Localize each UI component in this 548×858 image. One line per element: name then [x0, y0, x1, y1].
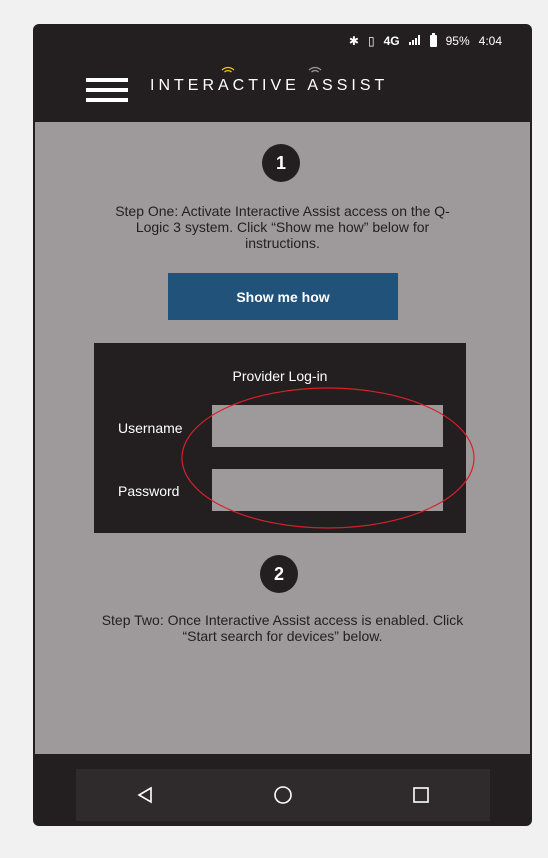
battery-icon	[429, 33, 437, 47]
recents-square-icon[interactable]	[401, 775, 441, 815]
username-label: Username	[118, 420, 183, 436]
wifi-grey-icon	[308, 66, 322, 73]
password-label: Password	[118, 483, 180, 499]
back-triangle-icon[interactable]	[125, 775, 165, 815]
battery-percent: 95%	[445, 34, 470, 48]
username-input[interactable]	[212, 405, 443, 447]
step-one-badge: 1	[262, 144, 300, 182]
clock: 4:04	[478, 34, 502, 48]
main-content: 1 Step One: Activate Interactive Assist …	[35, 122, 530, 754]
network-label: 4G	[383, 34, 400, 48]
step-one-text: Step One: Activate Interactive Assist ac…	[115, 203, 450, 251]
vibrate-icon: ▯	[367, 34, 375, 48]
login-title: Provider Log-in	[232, 368, 328, 384]
wifi-accent-icon	[221, 66, 235, 73]
app-title: INTERACTIVE ASSIST	[150, 77, 389, 94]
step-two-badge: 2	[260, 555, 298, 593]
phone-frame: ✱ ▯ 4G 95% 4:04 INTERACTIVE ASSIST 1 Ste…	[33, 24, 532, 826]
hamburger-menu-icon[interactable]	[86, 78, 128, 102]
status-bar: ✱ ▯ 4G 95% 4:04	[33, 24, 532, 58]
bluetooth-icon: ✱	[348, 34, 359, 48]
provider-login-panel: Provider Log-in Username Password	[94, 343, 466, 533]
password-input[interactable]	[212, 469, 443, 511]
home-circle-icon[interactable]	[263, 775, 303, 815]
show-me-how-button[interactable]: Show me how	[168, 273, 398, 320]
step-two-text: Step Two: Once Interactive Assist access…	[101, 612, 464, 644]
app-bar: INTERACTIVE ASSIST	[33, 58, 532, 122]
system-nav-bar	[76, 769, 490, 821]
signal-icon	[408, 34, 421, 48]
